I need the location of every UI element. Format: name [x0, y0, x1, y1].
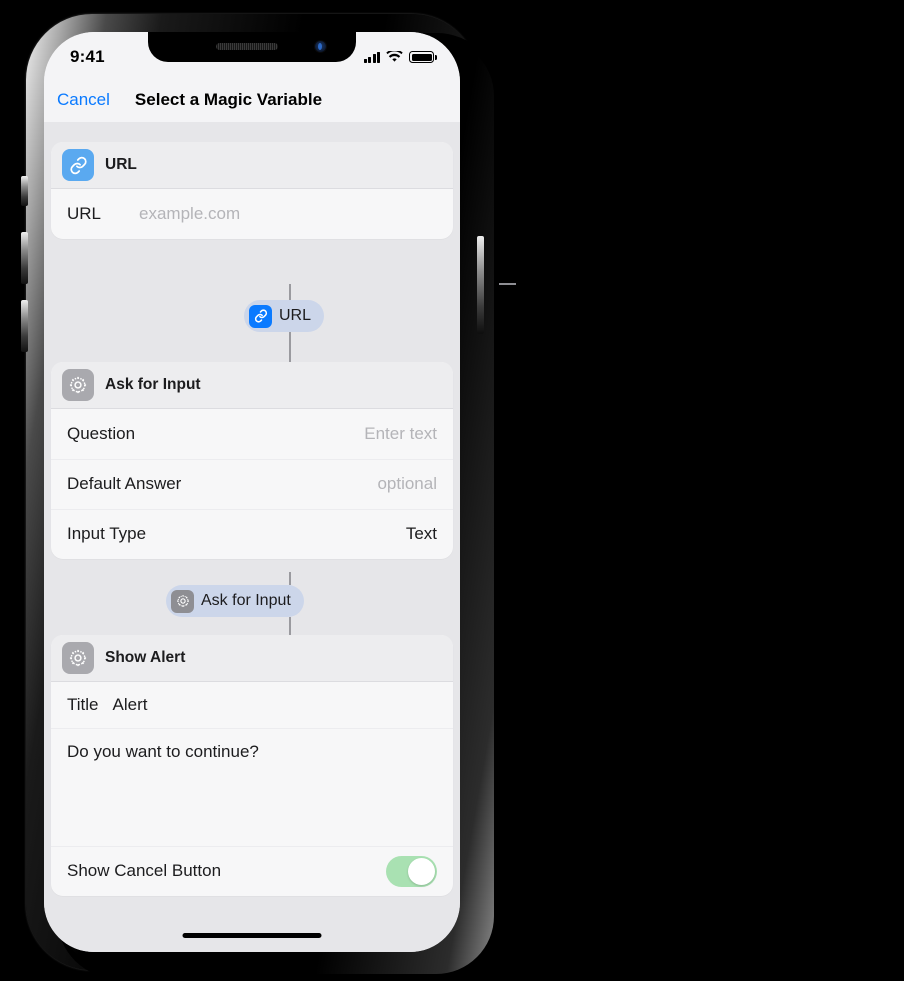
volume-down-button[interactable] [21, 300, 28, 352]
magic-variable-token-url-label: URL [279, 307, 312, 324]
page-title: Select a Magic Variable [134, 90, 323, 109]
notch [148, 32, 356, 62]
connector-token-to-alert [289, 617, 291, 635]
input-type-value[interactable]: Text [406, 524, 437, 544]
input-type-label: Input Type [67, 524, 147, 543]
url-field-row[interactable]: URL example.com [51, 189, 453, 239]
magic-variable-token-ask-label: Ask for Input [201, 592, 291, 609]
show-cancel-button-toggle[interactable] [386, 855, 437, 887]
status-bar-indicators [363, 51, 437, 63]
phone-screen: 9:41 Cancel Select a Magic Variable URL … [44, 32, 460, 952]
mute-switch-button[interactable] [21, 176, 28, 206]
url-card-title: URL [105, 156, 137, 173]
default-answer-row[interactable]: Default Answer optional [51, 459, 453, 509]
question-row[interactable]: Question Enter text [51, 409, 453, 459]
alert-title-label: Title [67, 695, 99, 714]
cellular-bars-icon [363, 51, 380, 63]
question-input[interactable]: Enter text [364, 424, 437, 444]
magic-variable-token-url[interactable]: URL [244, 300, 325, 332]
url-action-card[interactable]: URL URL example.com [51, 142, 453, 239]
show-alert-card-title: Show Alert [105, 649, 186, 666]
show-alert-card-header[interactable]: Show Alert [51, 635, 453, 682]
ask-for-input-card-title: Ask for Input [105, 376, 201, 393]
wifi-icon [386, 51, 403, 62]
battery-full-icon [409, 51, 437, 63]
url-input[interactable]: example.com [139, 204, 437, 224]
alert-message-input[interactable]: Do you want to continue? [51, 728, 453, 846]
show-alert-action-card[interactable]: Show Alert Title Alert Do you want to co… [51, 635, 453, 896]
show-cancel-button-label: Show Cancel Button [67, 861, 222, 880]
alert-title-row[interactable]: Title Alert [51, 682, 453, 728]
home-indicator[interactable] [182, 933, 322, 938]
url-card-header[interactable]: URL [51, 142, 453, 189]
input-type-row[interactable]: Input Type Text [51, 509, 453, 559]
cancel-button[interactable]: Cancel [44, 90, 110, 110]
status-bar-time: 9:41 [70, 47, 105, 66]
ask-for-input-action-card[interactable]: Ask for Input Question Enter text Defaul… [51, 362, 453, 559]
connector-token-to-ask [289, 332, 291, 362]
default-answer-label: Default Answer [67, 474, 182, 493]
screenshot-stage: 9:41 Cancel Select a Magic Variable URL … [0, 0, 904, 981]
connector-ask-to-token [289, 572, 291, 585]
front-camera-icon [315, 41, 326, 52]
show-cancel-button-row[interactable]: Show Cancel Button [51, 846, 453, 896]
toggle-knob [408, 857, 435, 885]
gear-icon [62, 369, 94, 401]
gear-icon [62, 642, 94, 674]
ask-for-input-card-header[interactable]: Ask for Input [51, 362, 453, 409]
magic-variable-token-ask-for-input[interactable]: Ask for Input [166, 585, 304, 617]
navigation-bar: Cancel Select a Magic Variable [44, 78, 460, 122]
power-button[interactable] [477, 236, 484, 334]
alert-title-value[interactable]: Alert [113, 695, 148, 715]
question-label: Question [67, 424, 136, 443]
earpiece-speaker-icon [216, 43, 279, 50]
link-icon [249, 304, 272, 328]
default-answer-input[interactable]: optional [377, 474, 437, 494]
volume-up-button[interactable] [21, 232, 28, 284]
link-icon [62, 149, 94, 181]
shortcut-editor-scroll[interactable]: URL URL example.com URL Ask for Input Qu… [44, 122, 460, 952]
url-field-label: URL [67, 204, 102, 223]
gear-icon [171, 589, 194, 613]
